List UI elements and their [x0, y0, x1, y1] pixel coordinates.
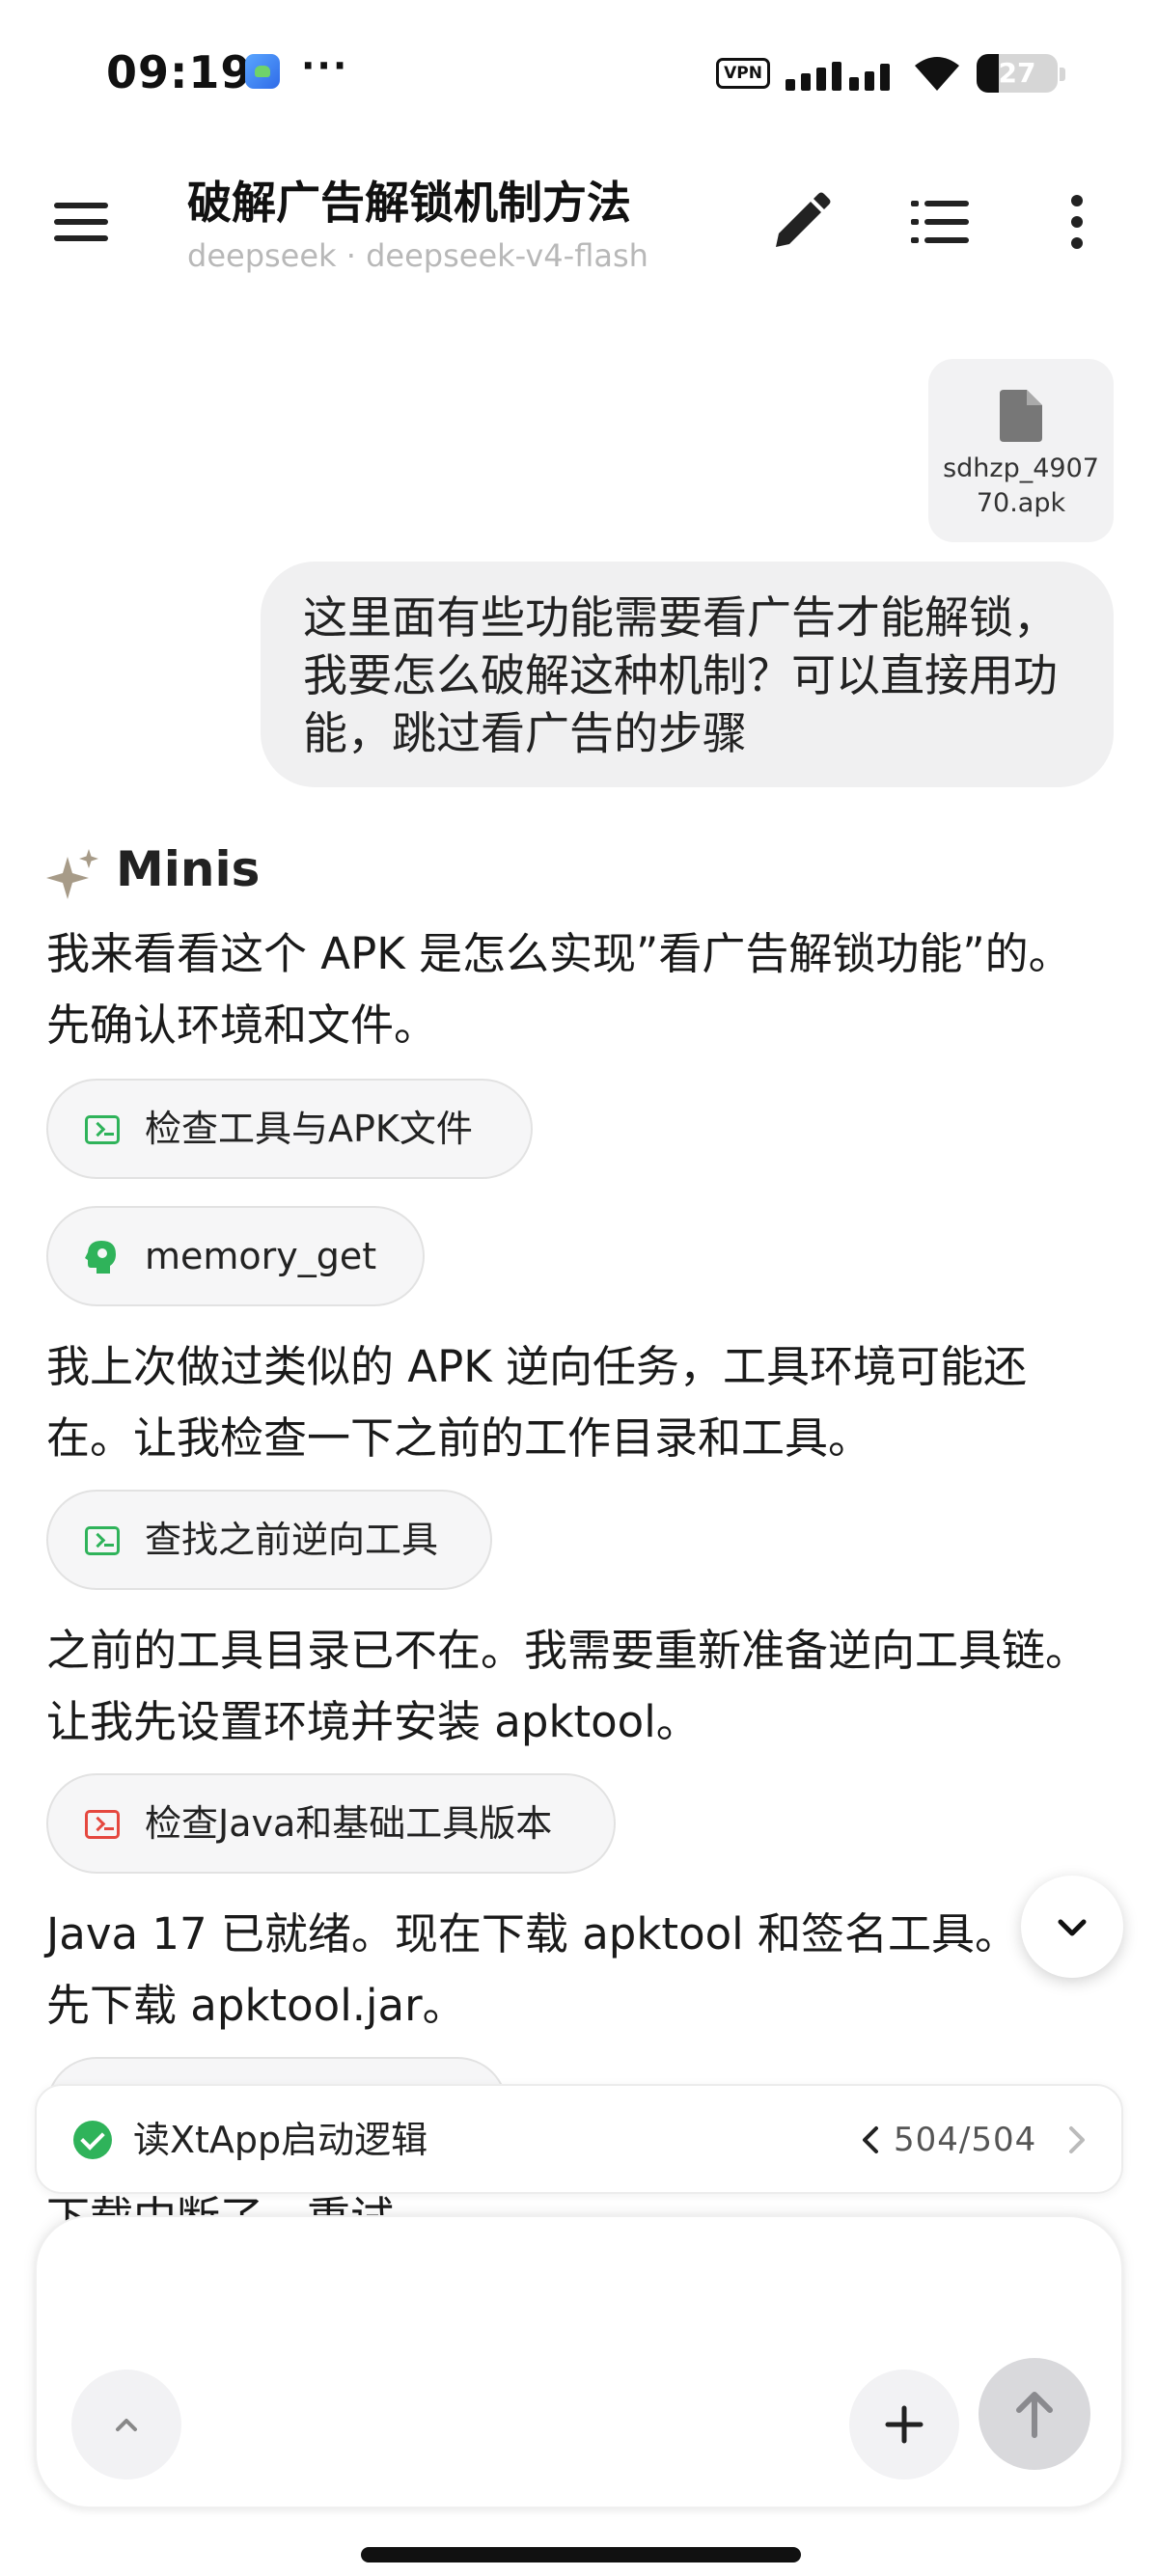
more-notifications-icon: ···: [301, 44, 349, 87]
assistant-paragraph: 之前的工具目录已不在。我需要重新准备逆向工具链。让我先设置环境并安装 apkto…: [46, 1625, 1089, 1747]
assistant-name: Minis: [116, 841, 261, 897]
tool-call-label: memory_get: [145, 1235, 377, 1277]
app-bar: 破解广告解锁机制方法 deepseek · deepseek-v4-flash: [0, 154, 1158, 289]
user-message: 这里面有些功能需要看广告才能解锁，我要怎么破解这种机制？可以直接用功能，跳过看广…: [261, 562, 1114, 787]
tool-call-label: 检查工具与APK文件: [145, 1108, 473, 1150]
task-progress-count: 504/504: [894, 2121, 1037, 2159]
chevron-down-icon: [1058, 1919, 1087, 1936]
assistant-paragraph: Java 17 已就绪。现在下载 apktool 和签名工具。先下载 apkto…: [46, 1908, 1018, 2031]
vpn-icon: VPN: [716, 58, 770, 89]
battery-icon: 27: [977, 54, 1058, 93]
plus-icon: [885, 2405, 924, 2444]
tool-call-chip[interactable]: 检查Java和基础工具版本: [46, 1773, 616, 1874]
battery-level: 27: [998, 57, 1036, 89]
expand-button[interactable]: [71, 2370, 181, 2480]
list-icon[interactable]: [901, 183, 979, 260]
home-indicator[interactable]: [361, 2547, 801, 2562]
terminal-icon: [85, 1115, 120, 1144]
battery-tip: [1060, 68, 1065, 81]
attachment-filename: sdhzp_490770.apk: [943, 453, 1099, 518]
chevron-left-icon[interactable]: [851, 2119, 890, 2161]
edit-icon[interactable]: [762, 183, 840, 260]
chevron-right-icon[interactable]: [1058, 2119, 1096, 2161]
conversation-title[interactable]: 破解广告解锁机制方法: [187, 168, 631, 232]
tool-call-chip[interactable]: 查找之前逆向工具: [46, 1490, 492, 1590]
model-subtitle[interactable]: deepseek · deepseek-v4-flash: [187, 237, 648, 274]
check-circle-icon: [73, 2121, 112, 2159]
cellular-signal-icon: [786, 56, 901, 91]
send-button[interactable]: [979, 2358, 1090, 2470]
brain-icon: [85, 1241, 116, 1274]
app-notification-icon: [245, 54, 280, 89]
task-progress-title: 读XtApp启动逻辑: [133, 2119, 428, 2161]
more-vert-icon[interactable]: [1038, 183, 1116, 260]
apk-attachment[interactable]: sdhzp_490770.apk: [928, 359, 1114, 542]
arrow-up-icon: [1016, 2392, 1053, 2438]
tool-call-label: 检查Java和基础工具版本: [145, 1802, 553, 1845]
chevron-up-icon: [116, 2419, 137, 2431]
message-input[interactable]: [75, 2246, 1079, 2343]
tool-call-label: 查找之前逆向工具: [145, 1519, 439, 1561]
terminal-icon: [85, 1526, 120, 1555]
sparkle-icon: [46, 849, 98, 899]
file-icon: [1000, 390, 1042, 442]
terminal-error-icon: [85, 1810, 120, 1839]
scroll-to-bottom-button[interactable]: [1021, 1876, 1123, 1978]
menu-button[interactable]: [48, 193, 116, 251]
message-composer: [35, 2215, 1123, 2508]
status-bar: 09:19 ··· VPN 27: [0, 0, 1158, 145]
assistant-paragraph: 我上次做过类似的 APK 逆向任务，工具环境可能还在。让我检查一下之前的工作目录…: [46, 1341, 1028, 1464]
status-time: 09:19: [106, 46, 253, 98]
tool-call-chip[interactable]: 检查工具与APK文件: [46, 1079, 533, 1179]
tool-call-chip[interactable]: memory_get: [46, 1206, 425, 1306]
add-attachment-button[interactable]: [849, 2370, 959, 2480]
wifi-icon: [915, 57, 959, 91]
assistant-paragraph: 我来看看这个 APK 是怎么实现”看广告解锁功能”的。先确认环境和文件。: [46, 928, 1072, 1051]
task-progress-card[interactable]: 读XtApp启动逻辑 504/504: [35, 2084, 1123, 2194]
